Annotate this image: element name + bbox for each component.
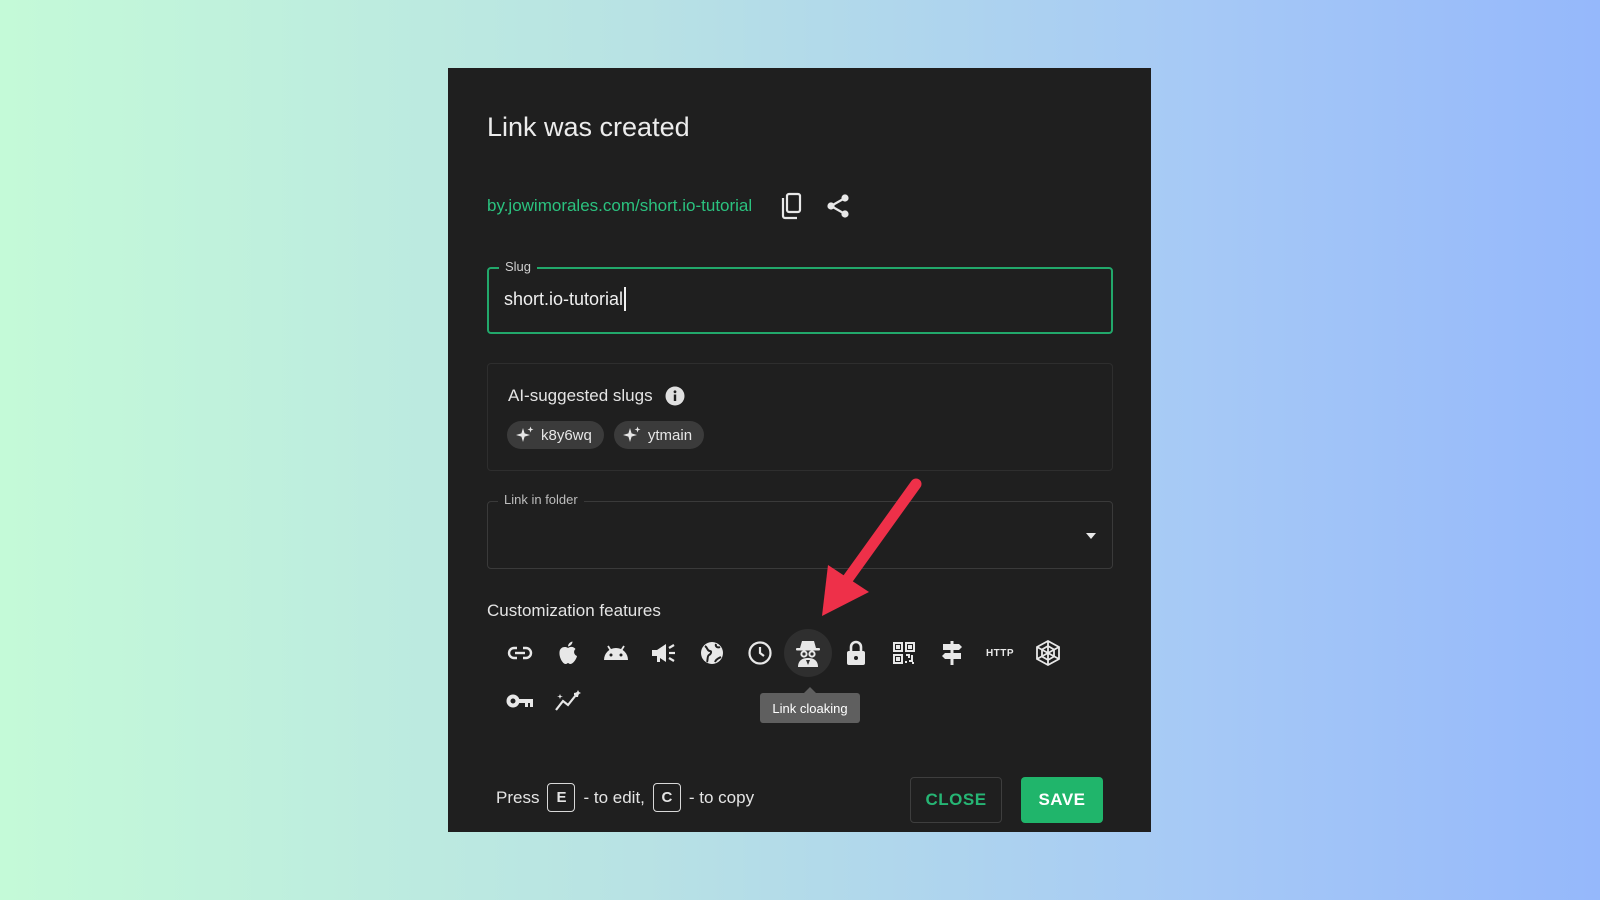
share-icon[interactable] xyxy=(820,188,856,224)
short-link-row: by.jowimorales.com/short.io-tutorial xyxy=(487,188,856,224)
qr-code-icon[interactable] xyxy=(880,629,928,677)
ai-suggested-title-text: AI-suggested slugs xyxy=(508,386,653,405)
folder-select[interactable]: Link in folder xyxy=(487,492,1113,569)
edit-key: E xyxy=(547,783,576,812)
copy-icon[interactable] xyxy=(772,188,808,224)
key-icon[interactable] xyxy=(496,677,544,725)
link-created-dialog: Link was created by.jowimorales.com/shor… xyxy=(448,68,1151,832)
keyboard-hint: Press E - to edit, C - to copy xyxy=(496,783,754,812)
slug-chip[interactable]: k8y6wq xyxy=(507,421,604,449)
lock-icon[interactable] xyxy=(832,629,880,677)
info-icon[interactable] xyxy=(665,386,685,406)
globe-icon[interactable] xyxy=(688,629,736,677)
megaphone-icon[interactable] xyxy=(640,629,688,677)
feature-row-2 xyxy=(496,677,592,725)
sparkle-icon xyxy=(622,426,641,442)
ai-suggested-slugs-panel: AI-suggested slugs k8y6wq ytmain xyxy=(487,363,1113,471)
feature-row-1: HTTP xyxy=(496,629,1072,677)
hint-copy-text: - to copy xyxy=(688,787,755,807)
dropdown-arrow-icon[interactable] xyxy=(1084,529,1098,543)
slug-chip-label: k8y6wq xyxy=(541,426,592,444)
copy-key: C xyxy=(652,783,681,812)
slug-label: Slug xyxy=(499,259,538,274)
http-icon-text: HTTP xyxy=(985,647,1015,659)
slug-chip[interactable]: ytmain xyxy=(613,421,705,449)
dialog-top-strip xyxy=(448,68,1151,76)
http-icon[interactable]: HTTP xyxy=(976,629,1024,677)
apple-icon[interactable] xyxy=(544,629,592,677)
dialog-title: Link was created xyxy=(487,112,690,142)
link-cloaking-tooltip: Link cloaking xyxy=(760,687,860,723)
android-icon[interactable] xyxy=(592,629,640,677)
sparkle-icon xyxy=(516,426,534,442)
close-button[interactable]: CLOSE xyxy=(910,777,1002,823)
slug-input[interactable]: short.io-tutorial xyxy=(504,287,627,311)
ai-suggested-title: AI-suggested slugs xyxy=(508,386,685,406)
link-icon[interactable] xyxy=(496,629,544,677)
short-link-url[interactable]: by.jowimorales.com/short.io-tutorial xyxy=(487,196,752,216)
magic-wand-icon[interactable] xyxy=(544,677,592,725)
spy-icon[interactable] xyxy=(784,629,832,677)
slug-chip-label: ytmain xyxy=(647,426,693,444)
signpost-icon[interactable] xyxy=(928,629,976,677)
hint-edit-text: - to edit, xyxy=(583,787,645,807)
hint-press: Press xyxy=(496,787,540,807)
spider-web-icon[interactable] xyxy=(1024,629,1072,677)
folder-label: Link in folder xyxy=(498,492,584,507)
clock-icon[interactable] xyxy=(736,629,784,677)
slug-chip-list: k8y6wq ytmain xyxy=(507,421,705,449)
save-button[interactable]: SAVE xyxy=(1021,777,1103,823)
slug-field[interactable]: Slug short.io-tutorial xyxy=(487,259,1113,334)
customization-title: Customization features xyxy=(487,601,661,620)
